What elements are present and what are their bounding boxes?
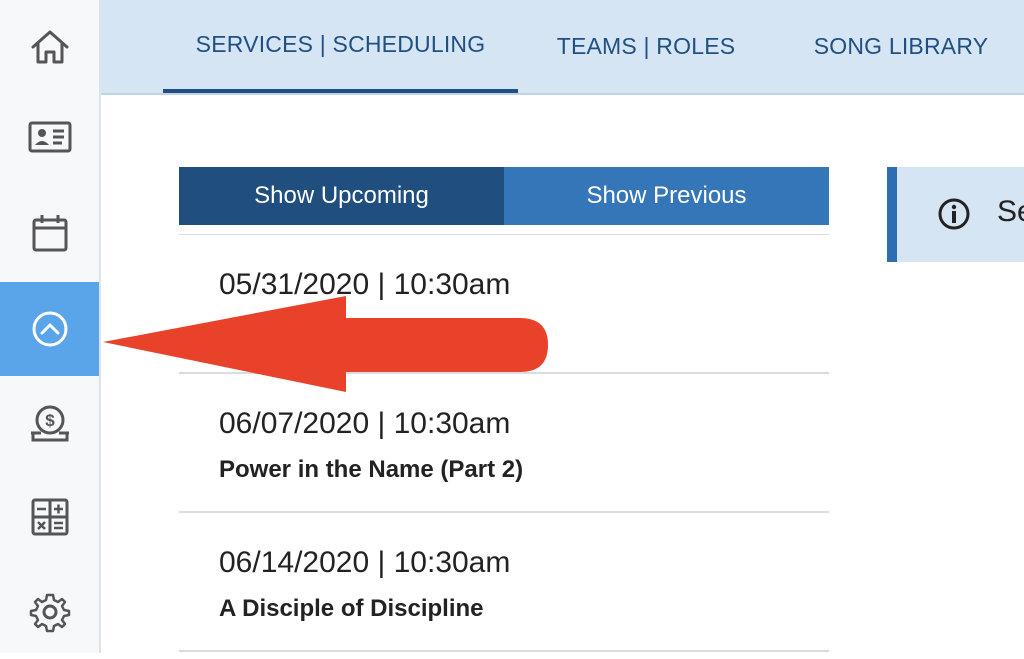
service-name: Power in the Name (Part 2)	[219, 456, 524, 483]
service-datetime: 05/31/2020 | 10:30am	[219, 268, 511, 301]
list-item[interactable]: 06/14/2020 | 10:30am A Disciple of Disci…	[179, 513, 829, 652]
gear-icon	[29, 593, 70, 633]
service-name: A Disciple of Discipline	[219, 595, 484, 622]
service-list: 05/31/2020 | 10:30am 06/07/2020 | 10:30a…	[179, 234, 829, 652]
calculator-icon	[31, 498, 68, 536]
svg-text:$: $	[45, 411, 55, 430]
sidebar-item-giving[interactable]: $	[0, 376, 99, 470]
service-datetime: 06/07/2020 | 10:30am	[219, 407, 511, 440]
sidebar-item-home[interactable]	[0, 0, 99, 94]
info-text: Se	[997, 195, 1024, 228]
tab-song-library[interactable]: SONG LIBRARY	[801, 0, 1001, 93]
sidebar-item-contacts[interactable]	[0, 90, 99, 184]
sidebar-item-accounting[interactable]	[0, 470, 99, 564]
chevron-up-circle-icon	[32, 311, 67, 347]
contact-card-icon	[28, 121, 71, 153]
list-item[interactable]: 05/31/2020 | 10:30am	[179, 235, 829, 374]
sidebar: $	[0, 0, 101, 653]
tab-services-scheduling[interactable]: SERVICES | SCHEDULING	[163, 0, 518, 93]
top-tab-bar: SERVICES | SCHEDULING TEAMS | ROLES SONG…	[101, 0, 1024, 95]
sidebar-item-services[interactable]	[0, 282, 99, 376]
show-previous-button[interactable]: Show Previous	[504, 167, 829, 225]
tab-teams-roles[interactable]: TEAMS | ROLES	[541, 0, 751, 93]
info-card: Se	[887, 167, 1024, 262]
service-filter-toggle: Show Upcoming Show Previous	[179, 167, 829, 225]
list-item[interactable]: 06/07/2020 | 10:30am Power in the Name (…	[179, 374, 829, 513]
sidebar-item-settings[interactable]	[0, 565, 99, 659]
info-icon	[938, 198, 970, 230]
show-upcoming-button[interactable]: Show Upcoming	[179, 167, 504, 225]
calendar-icon	[32, 215, 67, 252]
sidebar-item-calendar[interactable]	[0, 186, 99, 280]
service-datetime: 06/14/2020 | 10:30am	[219, 546, 511, 579]
donation-icon: $	[30, 405, 69, 442]
home-icon	[31, 30, 68, 64]
